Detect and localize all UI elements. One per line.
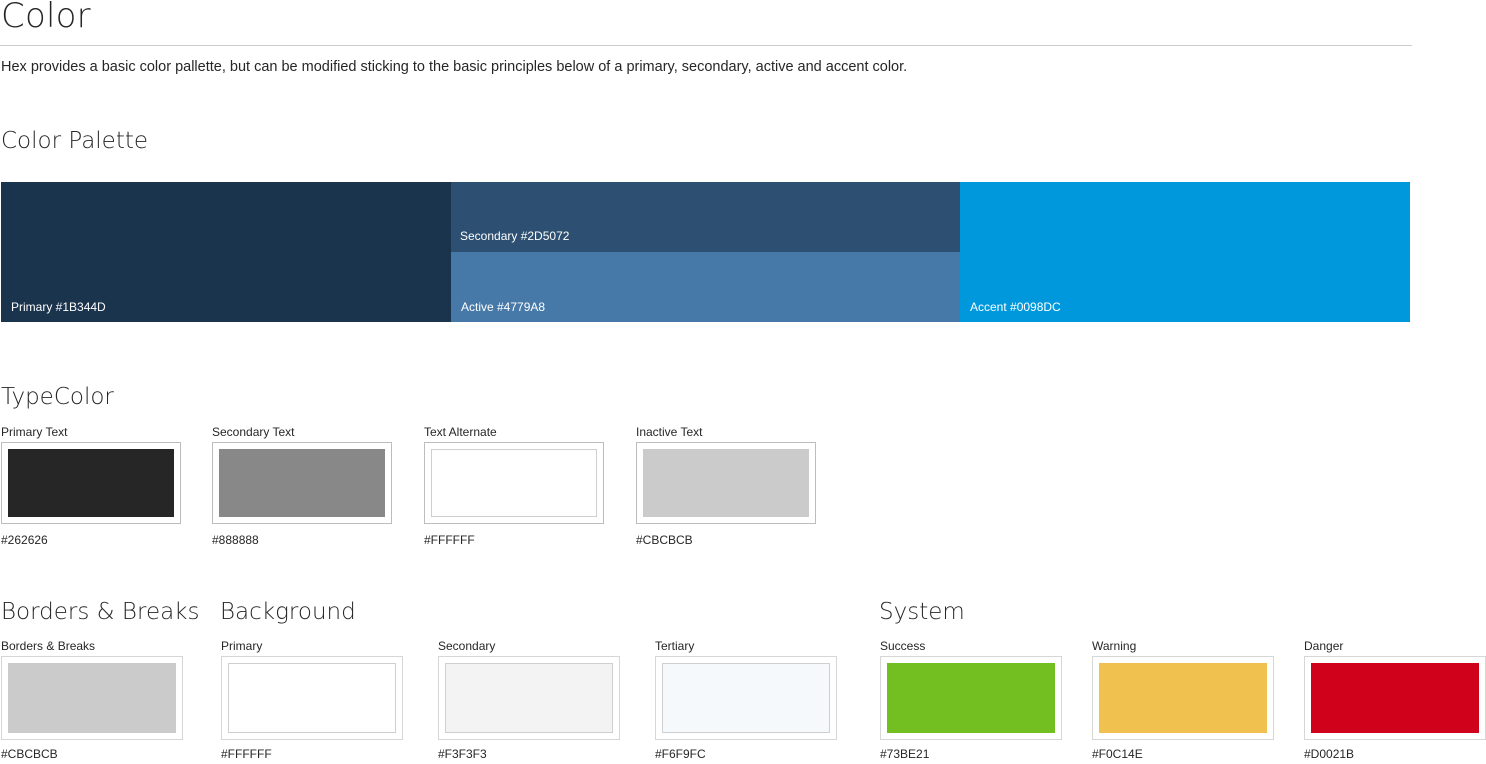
swatch-label: Warning (1092, 639, 1137, 653)
swatch-fill (445, 663, 613, 733)
title-divider (0, 45, 1412, 46)
swatch-frame (424, 442, 604, 524)
swatch-hex: #F6F9FC (655, 747, 706, 761)
swatch-frame (636, 442, 816, 524)
palette-secondary-block: Secondary #2D5072 (451, 182, 960, 252)
swatch-fill (662, 663, 830, 733)
swatch-frame (1092, 656, 1274, 740)
swatch-label: Primary (221, 639, 263, 653)
swatch-hex: #FFFFFF (424, 533, 475, 547)
swatch-fill (8, 449, 174, 517)
swatch-label: Danger (1304, 639, 1344, 653)
palette-active-block: Active #4779A8 (451, 252, 960, 322)
swatch-frame (1, 656, 183, 740)
swatch-hex: #73BE21 (880, 747, 930, 761)
swatch-fill (228, 663, 396, 733)
palette-active-label: Active #4779A8 (461, 300, 546, 314)
palette-primary-label: Primary #1B344D (11, 300, 106, 314)
swatch-label: Primary Text (1, 425, 68, 439)
system-heading: System (879, 599, 965, 625)
swatch-hex: #CBCBCB (1, 747, 58, 761)
swatch-hex: #262626 (1, 533, 48, 547)
swatch-frame (212, 442, 392, 524)
type-color-heading: TypeColor (1, 384, 114, 410)
swatch-hex: #F3F3F3 (438, 747, 487, 761)
swatch-label: Secondary (438, 639, 496, 653)
swatch-label: Inactive Text (636, 425, 703, 439)
swatch-fill (431, 449, 597, 517)
swatch-frame (221, 656, 403, 740)
swatch-frame (655, 656, 837, 740)
intro-text: Hex provides a basic color pallette, but… (1, 59, 908, 75)
swatch-fill (887, 663, 1055, 733)
swatch-label: Text Alternate (424, 425, 497, 439)
color-palette-heading: Color Palette (1, 128, 149, 154)
swatch-frame (438, 656, 620, 740)
background-heading: Background (220, 599, 356, 625)
swatch-label: Secondary Text (212, 425, 295, 439)
palette-primary-block: Primary #1B344D (1, 182, 451, 322)
swatch-hex: #D0021B (1304, 747, 1355, 761)
swatch-hex: #888888 (212, 533, 259, 547)
swatch-fill (1099, 663, 1267, 733)
palette-secondary-label: Secondary #2D5072 (460, 229, 570, 243)
swatch-frame (1304, 656, 1486, 740)
swatch-fill (1311, 663, 1479, 733)
swatch-frame (880, 656, 1062, 740)
swatch-frame (1, 442, 181, 524)
swatch-fill (219, 449, 385, 517)
swatch-fill (643, 449, 809, 517)
swatch-hex: #CBCBCB (636, 533, 693, 547)
palette-accent-label: Accent #0098DC (970, 300, 1061, 314)
borders-heading: Borders & Breaks (1, 599, 200, 625)
swatch-label: Tertiary (655, 639, 695, 653)
swatch-hex: #F0C14E (1092, 747, 1143, 761)
swatch-fill (8, 663, 176, 733)
swatch-label: Success (880, 639, 926, 653)
page-title: Color (1, 0, 91, 36)
palette-accent-block: Accent #0098DC (960, 182, 1410, 322)
swatch-hex: #FFFFFF (221, 747, 272, 761)
swatch-label: Borders & Breaks (1, 639, 96, 653)
color-palette: Primary #1B344D Secondary #2D5072 Active… (1, 182, 1410, 322)
